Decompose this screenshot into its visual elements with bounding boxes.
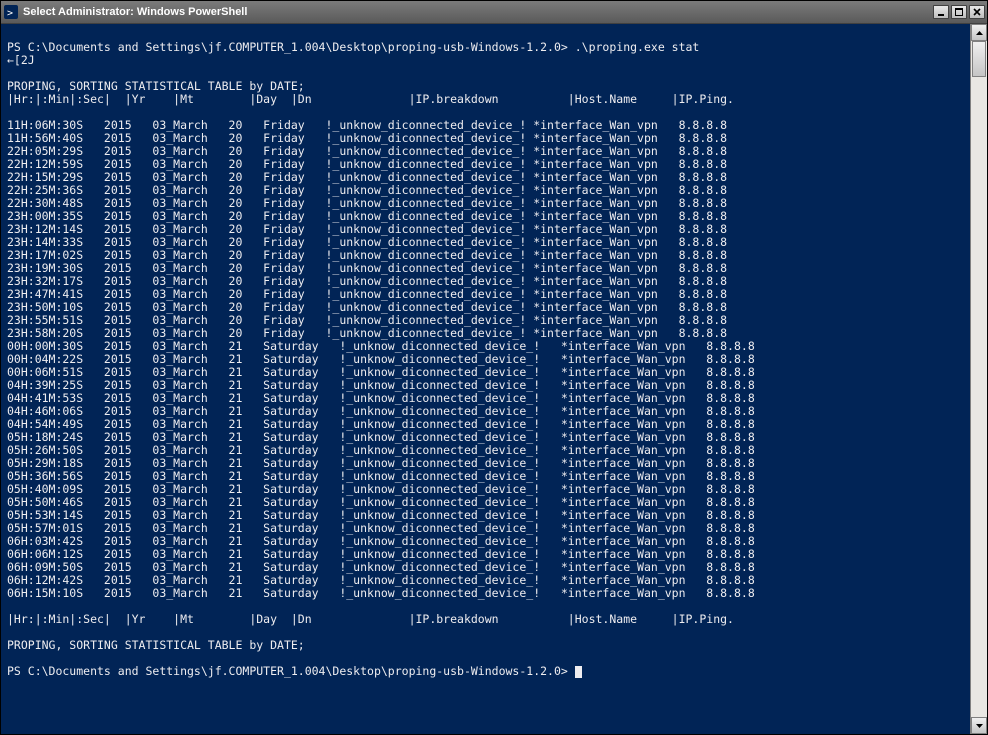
scroll-thumb[interactable] [972,41,986,77]
scroll-track[interactable] [971,41,987,717]
terminal-output[interactable]: PS C:\Documents and Settings\jf.COMPUTER… [1,24,970,734]
cursor [575,666,582,678]
close-button[interactable] [969,5,985,19]
vertical-scrollbar[interactable] [970,24,987,734]
window-frame: > Select Administrator: Windows PowerShe… [0,0,988,735]
maximize-button[interactable] [951,5,967,19]
svg-text:>: > [7,8,13,19]
minimize-button[interactable] [933,5,949,19]
window-title: Select Administrator: Windows PowerShell [23,6,933,18]
client-area: PS C:\Documents and Settings\jf.COMPUTER… [1,23,987,734]
title-bar[interactable]: > Select Administrator: Windows PowerShe… [1,1,987,23]
scroll-up-button[interactable] [971,24,987,41]
powershell-icon: > [3,4,19,20]
scroll-down-button[interactable] [971,717,987,734]
